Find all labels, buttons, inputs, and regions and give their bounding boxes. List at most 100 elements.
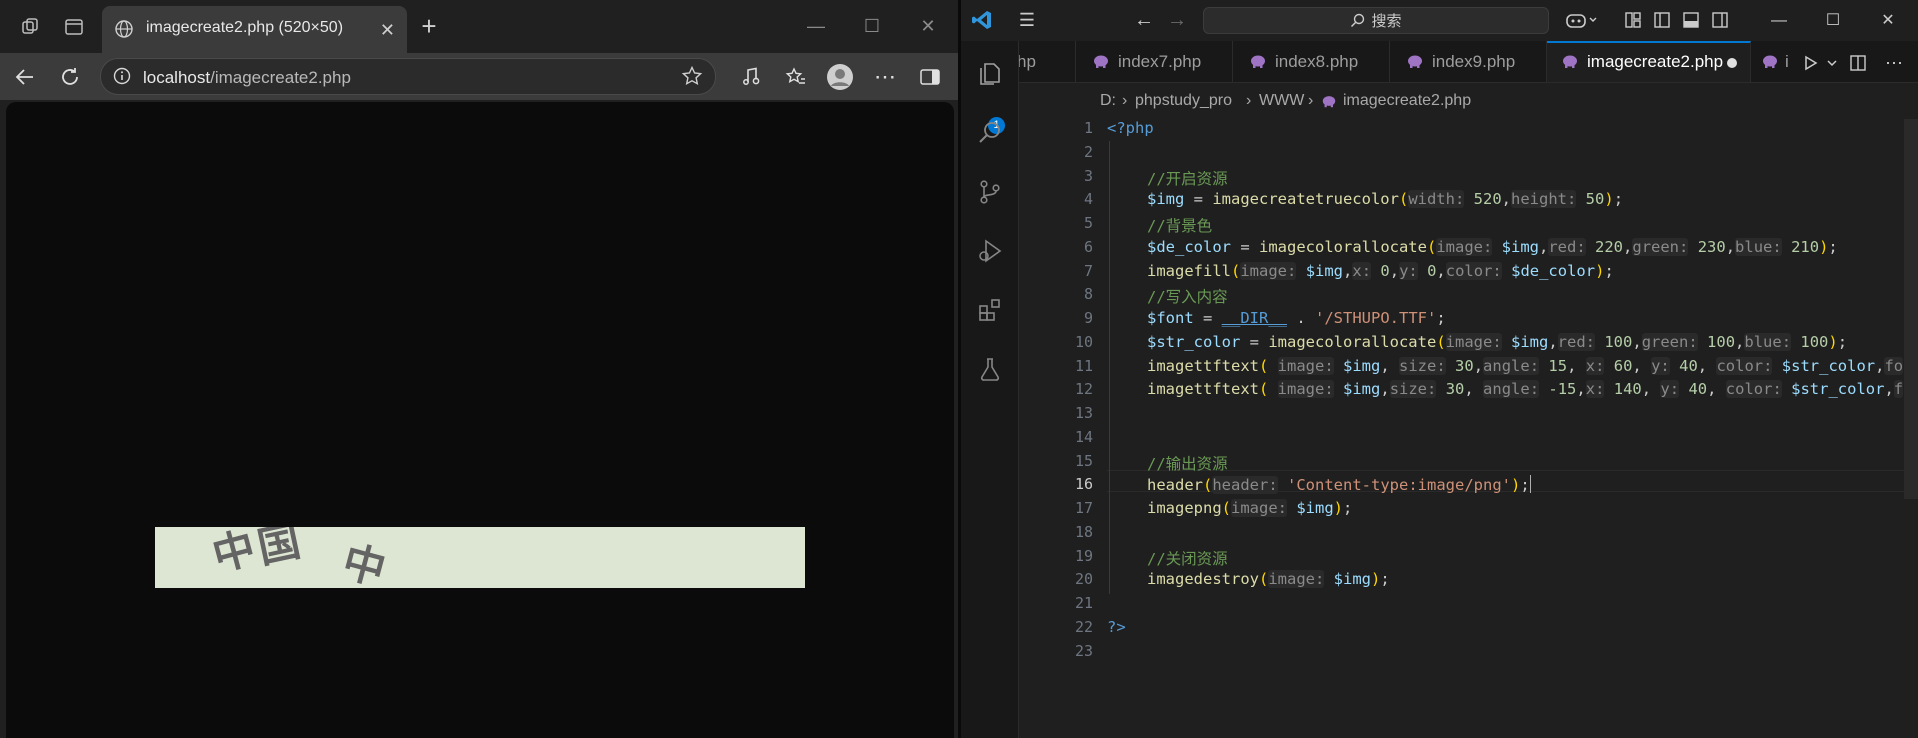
param-hint: image: bbox=[1268, 570, 1325, 588]
code-line: imagettftext( image: $img,size: 30, angl… bbox=[1147, 380, 1904, 398]
line-number: 6 bbox=[1083, 238, 1093, 256]
breadcrumb-folder-phpstudy[interactable]: phpstudy_pro bbox=[1135, 92, 1232, 110]
profile-avatar[interactable] bbox=[826, 63, 854, 91]
split-editor-icon[interactable] bbox=[1847, 52, 1869, 74]
address-bar[interactable]: localhost/imagecreate2.php bbox=[100, 58, 716, 95]
tab-label: imagecreate2.php bbox=[1587, 52, 1724, 71]
line-number: 19 bbox=[1074, 547, 1093, 565]
breadcrumb-file[interactable]: imagecreate2.php bbox=[1343, 92, 1471, 110]
tab-truncated-right[interactable]: i bbox=[1751, 41, 1797, 82]
explorer-icon[interactable] bbox=[973, 57, 1007, 91]
line-number: 14 bbox=[1074, 428, 1093, 446]
php-elephant-icon bbox=[1321, 93, 1337, 109]
line-number: 16 bbox=[1074, 475, 1093, 493]
refresh-icon[interactable] bbox=[56, 63, 84, 91]
line-number: 1 bbox=[1083, 119, 1093, 137]
tab-index8[interactable]: index8.php bbox=[1233, 41, 1390, 82]
read-aloud-icon[interactable] bbox=[737, 63, 765, 91]
extensions-icon[interactable] bbox=[973, 293, 1007, 327]
text-cursor bbox=[1529, 475, 1531, 493]
breadcrumb-drive[interactable]: D: bbox=[1100, 92, 1116, 110]
php-open-tag: <?php bbox=[1107, 119, 1154, 137]
line-number: 10 bbox=[1074, 333, 1093, 351]
line-number: 4 bbox=[1083, 190, 1093, 208]
menu-hamburger-icon[interactable]: ☰ bbox=[1015, 8, 1039, 32]
breadcrumb-folder-www[interactable]: WWW bbox=[1259, 92, 1304, 110]
editor-scrollbar[interactable] bbox=[1904, 119, 1918, 499]
copilot-icon[interactable] bbox=[1562, 8, 1602, 32]
toggle-panel-icon[interactable] bbox=[1679, 8, 1703, 32]
code-num: 220 bbox=[1595, 238, 1624, 256]
site-info-icon[interactable] bbox=[113, 67, 131, 85]
code-num: 140 bbox=[1613, 380, 1642, 398]
run-icon[interactable] bbox=[1799, 52, 1821, 74]
code-num: 30 bbox=[1455, 357, 1474, 375]
param-hint: x: bbox=[1352, 262, 1372, 280]
minimize-button[interactable]: — bbox=[802, 12, 830, 40]
line-number: 8 bbox=[1083, 285, 1093, 303]
favorites-icon[interactable] bbox=[782, 63, 810, 91]
code-fn: imagecreatetruecolor bbox=[1212, 190, 1399, 208]
new-tab-button[interactable]: + bbox=[414, 12, 444, 42]
more-actions-icon[interactable]: ⋯ bbox=[1883, 52, 1905, 74]
customize-layout-icon[interactable] bbox=[1621, 8, 1645, 32]
vscode-window: ☰ ← → 搜索 — ☐ ✕ 1 p index7.php index8.php… bbox=[961, 0, 1918, 738]
tab-truncated[interactable]: hp bbox=[1019, 41, 1076, 82]
tab-index7[interactable]: index7.php bbox=[1076, 41, 1233, 82]
maximize-button[interactable]: ☐ bbox=[858, 12, 886, 40]
param-hint: green: bbox=[1632, 238, 1689, 256]
code-num: 60 bbox=[1613, 357, 1633, 375]
close-window-button[interactable]: ✕ bbox=[1873, 8, 1903, 34]
back-arrow-icon[interactable] bbox=[11, 63, 39, 91]
command-center-search[interactable]: 搜索 bbox=[1203, 7, 1549, 34]
code-var: $img bbox=[1333, 570, 1371, 588]
php-elephant-icon bbox=[1563, 55, 1577, 68]
code-line: imagedestroy(image: $img); bbox=[1147, 570, 1390, 588]
code-var: $img bbox=[1501, 238, 1539, 256]
close-tab-icon[interactable]: ✕ bbox=[380, 20, 395, 41]
source-control-icon[interactable] bbox=[973, 175, 1007, 209]
line-number: 15 bbox=[1074, 452, 1093, 470]
vertical-tabs-icon[interactable] bbox=[61, 14, 87, 40]
chevron-down-icon[interactable] bbox=[1821, 52, 1843, 74]
unsaved-dot-icon[interactable] bbox=[1727, 58, 1737, 68]
code-fn: imagepng bbox=[1147, 499, 1222, 517]
favorite-star-icon[interactable] bbox=[681, 65, 703, 87]
code-var: $str_color bbox=[1147, 333, 1241, 351]
tab-index9[interactable]: index9.php bbox=[1390, 41, 1547, 82]
code-line: imagefill(image: $img,x: 0,y: 0,color: $… bbox=[1147, 262, 1614, 280]
line-number: 18 bbox=[1074, 523, 1093, 541]
back-arrow-icon[interactable]: ← bbox=[1132, 8, 1156, 32]
tab-label: index9.php bbox=[1432, 52, 1516, 71]
code-line: //关闭资源 bbox=[1147, 547, 1228, 569]
run-and-debug-icon[interactable] bbox=[973, 234, 1007, 268]
close-window-button[interactable]: ✕ bbox=[914, 12, 942, 40]
more-options-icon[interactable]: ⋯ bbox=[871, 63, 899, 91]
php-elephant-icon bbox=[1094, 55, 1108, 68]
code-line: $de_color = imagecolorallocate(image: $i… bbox=[1147, 238, 1838, 256]
param-hint: blue: bbox=[1744, 333, 1792, 351]
maximize-button[interactable]: ☐ bbox=[1818, 8, 1848, 34]
minimize-button[interactable]: — bbox=[1764, 8, 1794, 34]
search-icon[interactable] bbox=[973, 116, 1007, 150]
line-number: 5 bbox=[1083, 214, 1093, 232]
testing-flask-icon[interactable] bbox=[973, 352, 1007, 386]
browser-tab-active[interactable]: imagecreate2.php (520×50) ✕ bbox=[102, 6, 407, 53]
workspaces-icon[interactable] bbox=[17, 14, 43, 40]
code-editor[interactable]: 1 2 3 4 5 6 7 8 9 10 11 12 13 14 15 16 1… bbox=[1019, 119, 1918, 738]
line-number: 20 bbox=[1074, 570, 1093, 588]
line-number: 11 bbox=[1074, 357, 1093, 375]
tab-imagecreate2[interactable]: imagecreate2.php bbox=[1547, 41, 1751, 82]
toggle-secondary-sidebar-icon[interactable] bbox=[1708, 8, 1732, 32]
code-num: 40 bbox=[1688, 380, 1708, 398]
toggle-primary-sidebar-icon[interactable] bbox=[1650, 8, 1674, 32]
tab-label: index7.php bbox=[1118, 52, 1202, 71]
param-hint: angle: bbox=[1483, 380, 1540, 398]
code-num: 100 bbox=[1707, 333, 1736, 351]
code-fn: imagedestroy bbox=[1147, 570, 1259, 588]
search-icon bbox=[1350, 13, 1365, 28]
sidebar-toggle-icon[interactable] bbox=[916, 63, 944, 91]
code-num: 0 bbox=[1427, 262, 1437, 280]
line-number: 3 bbox=[1083, 167, 1093, 185]
forward-arrow-icon[interactable]: → bbox=[1165, 8, 1189, 32]
